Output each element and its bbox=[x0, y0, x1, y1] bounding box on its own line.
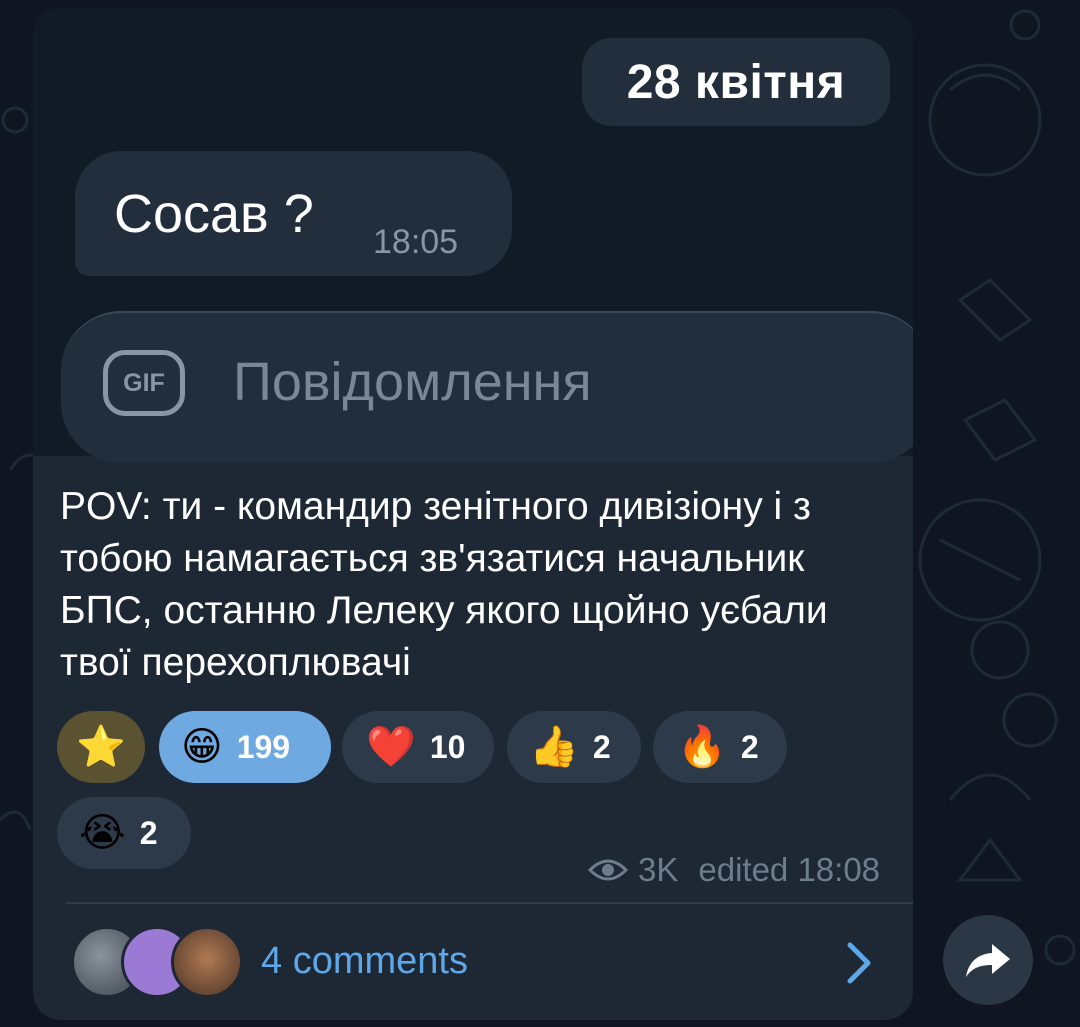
edited-time: edited 18:08 bbox=[698, 851, 881, 888]
embedded-chat-screenshot: 28 квітня Сосав ? 18:05 GIF Повідомлення bbox=[33, 8, 913, 463]
share-button[interactable] bbox=[943, 915, 1033, 1005]
reaction-grin[interactable]: 😁 199 bbox=[159, 711, 331, 783]
reaction-crying[interactable]: 😭 2 bbox=[57, 797, 191, 869]
reaction-count: 2 bbox=[139, 814, 158, 851]
heart-emoji-icon: ❤️ bbox=[366, 725, 416, 769]
message-time: 18:05 bbox=[373, 223, 459, 261]
message-input-bar: GIF Повідомлення bbox=[61, 311, 913, 463]
post-text: POV: ти - командир зенітного дивізіону і… bbox=[60, 485, 828, 684]
chevron-right-icon[interactable] bbox=[845, 941, 873, 985]
share-arrow-icon bbox=[966, 944, 1010, 977]
avatar bbox=[171, 926, 243, 998]
crying-emoji-icon: 😭 bbox=[79, 811, 126, 855]
gif-icon: GIF bbox=[103, 350, 185, 416]
message-text: Сосав ? bbox=[114, 184, 314, 244]
message-input-placeholder: Повідомлення bbox=[233, 352, 592, 412]
chat-message-bubble: Сосав ? 18:05 bbox=[75, 151, 512, 276]
reaction-count: 10 bbox=[429, 728, 466, 765]
reaction-count: 199 bbox=[236, 728, 291, 765]
fire-emoji-icon: 🔥 bbox=[677, 725, 727, 769]
grin-emoji-icon: 😁 bbox=[181, 725, 223, 769]
commenter-avatars[interactable] bbox=[71, 926, 243, 998]
reaction-thumbs-up[interactable]: 👍 2 bbox=[507, 711, 641, 783]
reaction-star[interactable]: ⭐ bbox=[57, 711, 145, 783]
thumbs-up-emoji-icon: 👍 bbox=[529, 725, 579, 769]
channel-post-card: 28 квітня Сосав ? 18:05 GIF Повідомлення… bbox=[33, 8, 913, 1020]
views-count: 3K bbox=[638, 851, 679, 888]
star-icon: ⭐ bbox=[76, 725, 126, 769]
reaction-heart[interactable]: ❤️ 10 bbox=[342, 711, 494, 783]
divider bbox=[66, 902, 913, 904]
comments-link[interactable]: 4 comments bbox=[261, 940, 468, 983]
date-label: 28 квітня bbox=[582, 38, 890, 126]
reaction-count: 2 bbox=[740, 728, 759, 765]
post-meta: 3K edited 18:08 bbox=[588, 851, 880, 889]
reaction-count: 2 bbox=[592, 728, 611, 765]
reaction-fire[interactable]: 🔥 2 bbox=[653, 711, 787, 783]
eye-icon bbox=[588, 859, 628, 881]
